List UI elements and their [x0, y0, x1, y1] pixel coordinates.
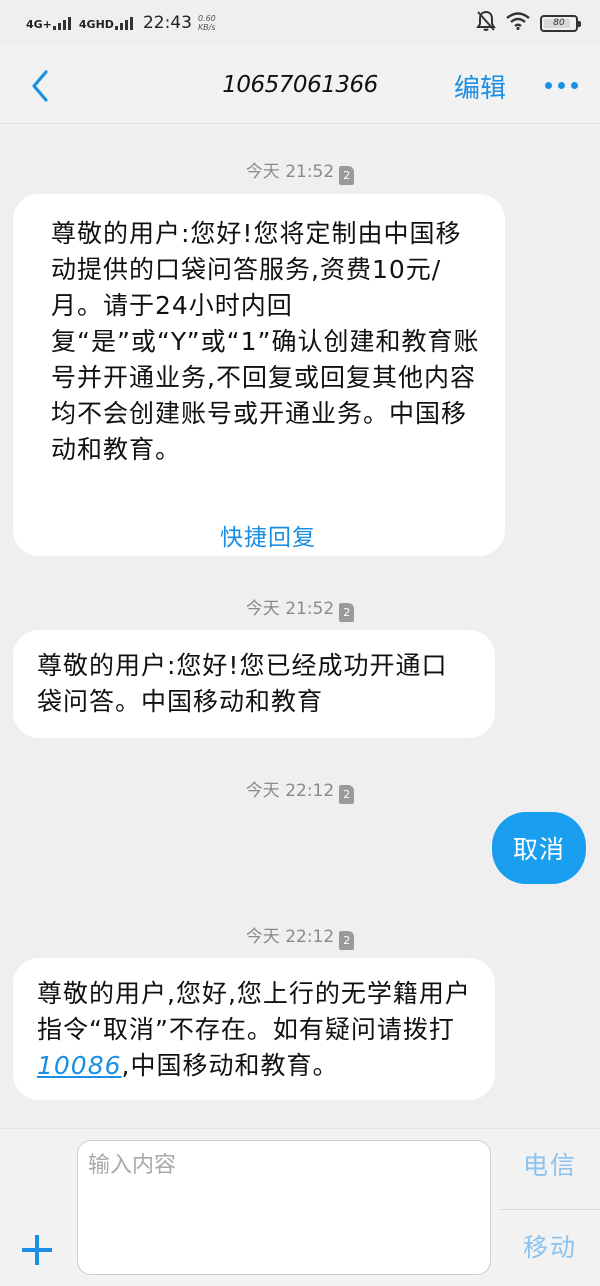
message-text-part: ,中国移动和教育。 [121, 1051, 339, 1080]
more-icon-dot [571, 82, 578, 89]
timestamp-text: 今天 22:12 [245, 927, 335, 947]
battery-icon: 80 [540, 14, 581, 32]
status-bar: 4G+ 4GHD 22:43 0.60 KB/s 80 [0, 0, 600, 46]
message-input[interactable] [77, 1140, 491, 1275]
battery-level: 80 [553, 18, 565, 28]
timestamp-text: 今天 21:52 [245, 162, 335, 182]
network-speed-value: 0.60 [197, 14, 216, 23]
signal-icon [52, 16, 71, 30]
message-text-part: 尊敬的用户,您好,您上行的无学籍用户指令“取消”不存在。如有疑问请拨打 [37, 979, 471, 1044]
sim-card-icon: 2 [339, 603, 355, 622]
quick-reply-button[interactable]: 快捷回复 [51, 520, 485, 556]
message-text: 尊敬的用户,您好,您上行的无学籍用户指令“取消”不存在。如有疑问请拨打 10086… [37, 976, 471, 1084]
more-icon-dot [558, 82, 565, 89]
message-text: 尊敬的用户:您好!您将定制由中国移动提供的口袋问答服务,资费10元/月。请于24… [51, 219, 480, 464]
sim-card-icon: 2 [339, 166, 355, 185]
edit-button[interactable]: 编辑 [454, 68, 506, 105]
message-timestamp: 今天 22:12 2 [0, 776, 600, 804]
network-1: 4G+ [26, 16, 71, 30]
back-arrow-icon [32, 70, 48, 102]
message-timestamp: 今天 21:52 2 [0, 594, 600, 622]
sim-card-icon: 2 [339, 931, 355, 950]
send-button-sim2[interactable]: 移动 [500, 1211, 600, 1281]
message-timestamp: 今天 21:52 2 [0, 157, 600, 185]
divider [500, 1209, 600, 1210]
plus-icon[interactable] [20, 1233, 54, 1267]
wifi-icon [506, 11, 530, 35]
network-speed-unit: KB/s [197, 23, 216, 32]
message-bubble-received[interactable]: 尊敬的用户:您好!您已经成功开通口袋问答。中国移动和教育 [13, 630, 495, 738]
timestamp-text: 今天 21:52 [245, 599, 335, 619]
back-button[interactable] [26, 66, 56, 106]
phone-link[interactable]: 10086 [37, 1051, 122, 1080]
send-button-sim1[interactable]: 电信 [500, 1129, 600, 1199]
network-speed: 0.60 KB/s [198, 14, 216, 32]
contact-number: 10657061366 [222, 71, 378, 98]
message-bubble-received[interactable]: 尊敬的用户,您好,您上行的无学籍用户指令“取消”不存在。如有疑问请拨打 10086… [13, 958, 495, 1100]
timestamp-text: 今天 22:12 [245, 781, 335, 801]
message-timestamp: 今天 22:12 2 [0, 922, 600, 950]
network-2: 4GHD [79, 16, 133, 30]
mute-bell-icon [476, 10, 496, 37]
network-1-label: 4G+ [26, 18, 52, 31]
message-bubble-sent[interactable]: 取消 [492, 812, 586, 884]
signal-icon [114, 16, 133, 30]
network-2-label: 4GHD [78, 18, 114, 31]
message-bubble-received[interactable]: 尊敬的用户:您好!您将定制由中国移动提供的口袋问答服务,资费10元/月。请于24… [13, 194, 505, 556]
more-button[interactable] [545, 82, 578, 89]
sim-card-icon: 2 [339, 785, 355, 804]
conversation-header: 10657061366 编辑 [0, 46, 600, 124]
clock: 22:43 [142, 13, 192, 33]
more-icon [545, 82, 552, 89]
compose-bar: 电信 移动 [0, 1128, 600, 1286]
message-text: 取消 [512, 835, 565, 864]
message-text: 尊敬的用户:您好!您已经成功开通口袋问答。中国移动和教育 [37, 651, 448, 716]
